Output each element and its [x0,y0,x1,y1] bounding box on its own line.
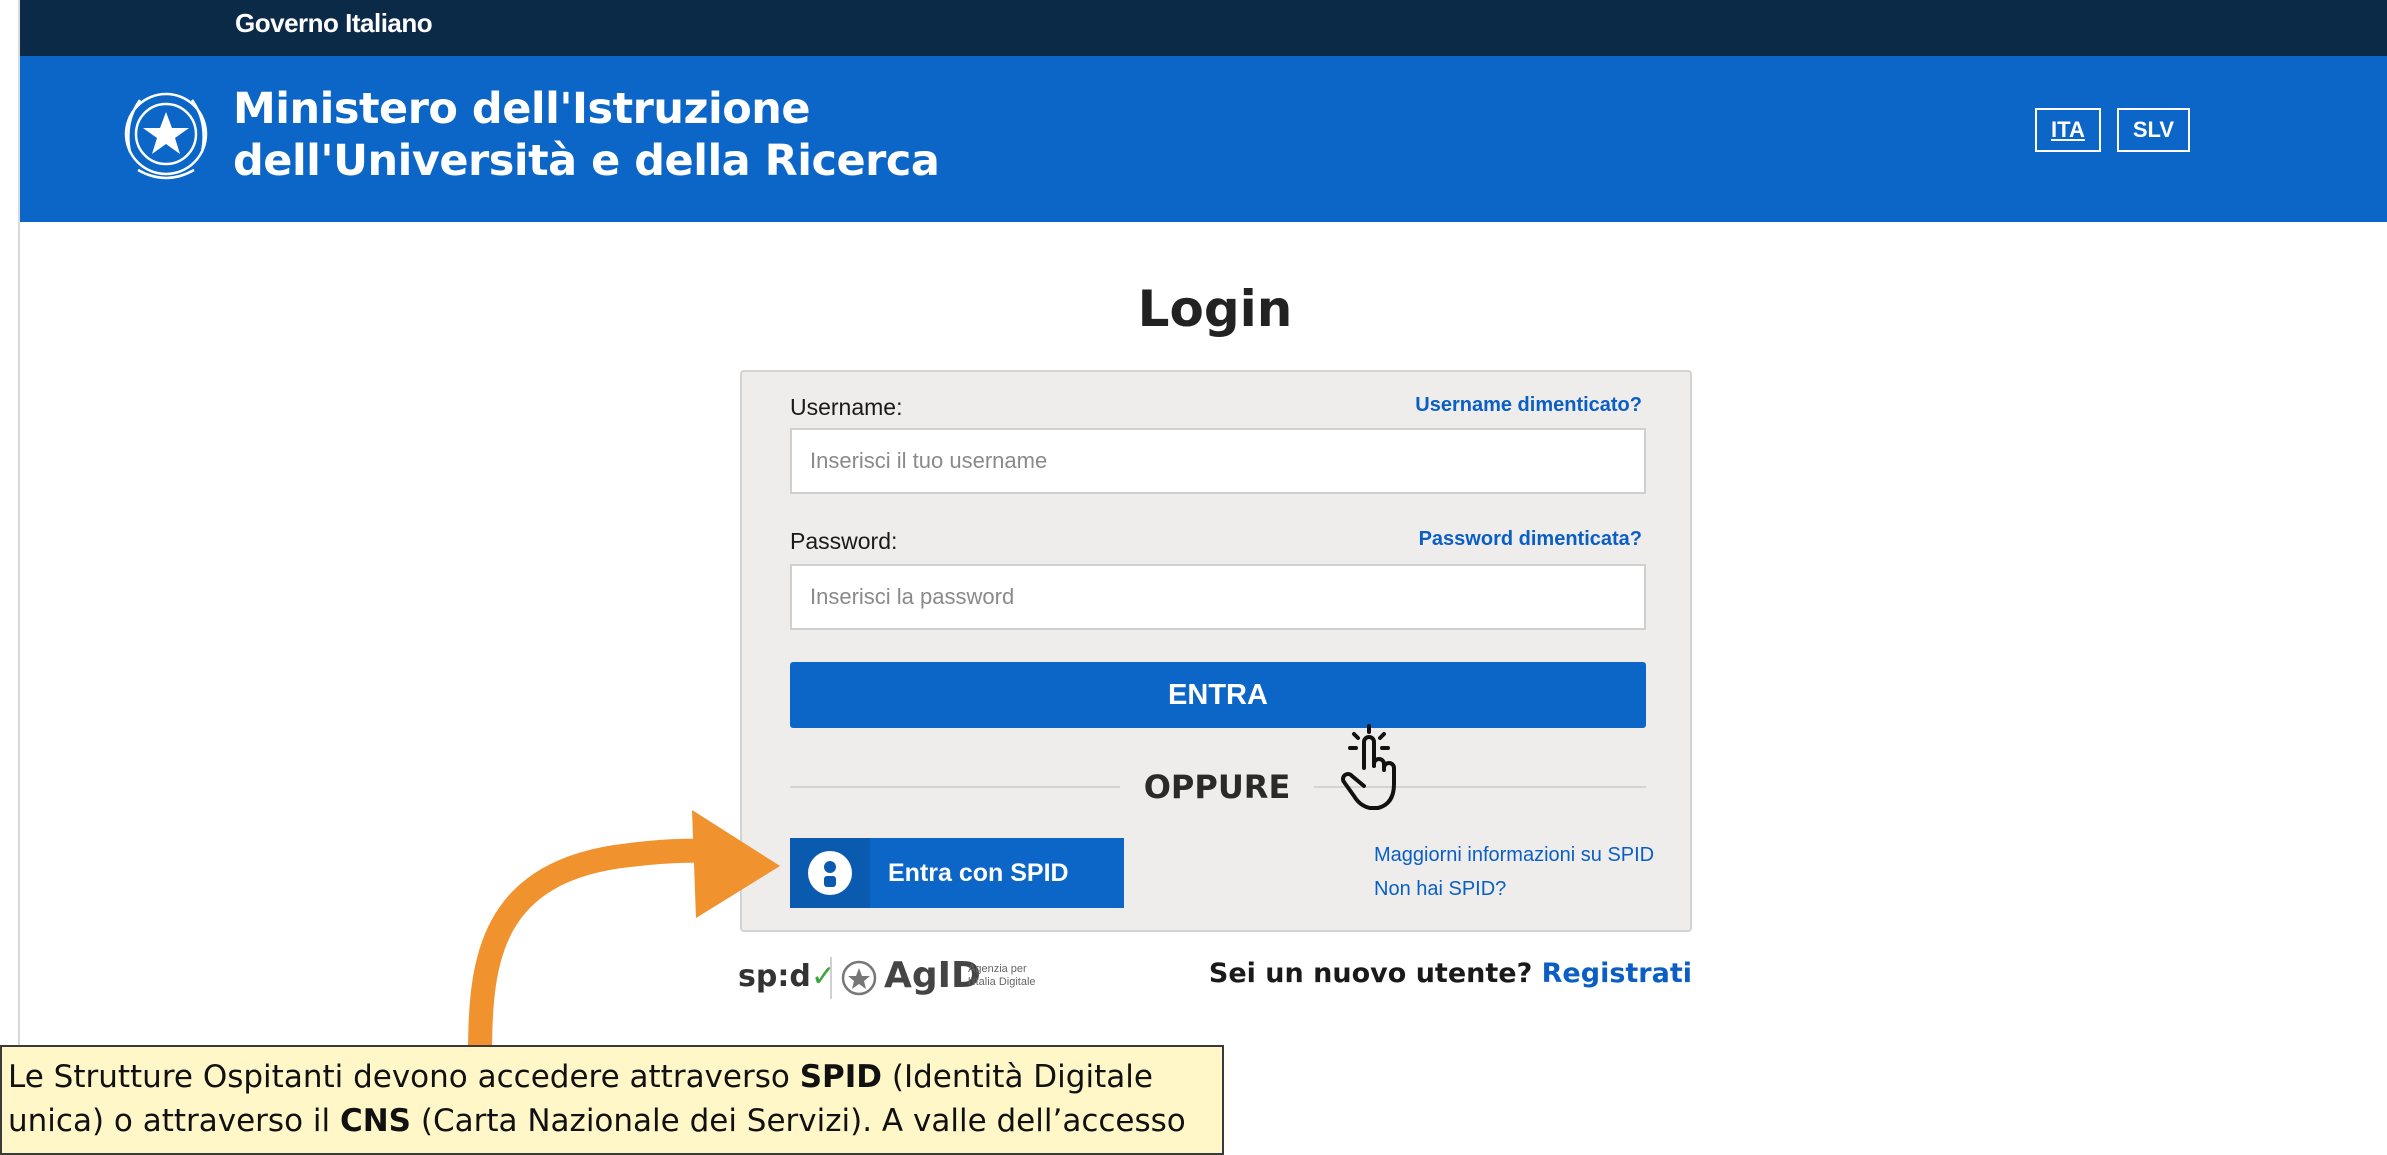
agid-emblem-icon [841,960,877,996]
government-bar: Governo Italiano [20,0,2387,56]
spid-none-link[interactable]: Non hai SPID? [1374,872,1654,906]
agid-caption: Agenzia per l'Italia Digitale [968,963,1036,989]
note-cns-bold: CNS [339,1103,412,1139]
ministry-title[interactable]: Ministero dell'Istruzione dell'Universit… [233,83,940,187]
ministry-title-line1: Ministero dell'Istruzione [233,84,811,134]
agid-caption-line1: Agenzia per [968,963,1027,975]
logo-divider [830,957,832,999]
spid-info-links: Maggiorni informazioni su SPID Non hai S… [1374,838,1654,906]
note-spid-bold: SPID [799,1059,883,1095]
password-forgot-link[interactable]: Password dimenticata? [1419,528,1642,551]
register-link[interactable]: Registrati [1542,958,1692,989]
register-line: Sei un nuovo utente? Registrati [1209,958,1692,989]
government-label[interactable]: Governo Italiano [235,8,433,39]
instruction-note: Le Strutture Ospitanti devono accedere a… [0,1045,1224,1155]
username-input[interactable] [790,428,1646,494]
ministry-header: Ministero dell'Istruzione dell'Universit… [20,56,2387,222]
login-panel: Username: Username dimenticato? Password… [740,370,1692,932]
password-label: Password: [790,528,898,554]
language-slv-button[interactable]: SLV [2116,108,2190,152]
agid-logo: AgID [884,955,981,996]
login-submit-button[interactable]: ENTRA [790,662,1646,728]
ministry-title-line2: dell'Università e della Ricerca [233,136,940,186]
page-left-border [0,0,20,1145]
spid-login-button[interactable]: Entra con SPID [790,838,1124,908]
username-forgot-link[interactable]: Username dimenticato? [1415,394,1642,417]
separator-label: OPPURE [1122,768,1312,806]
spid-button-label: Entra con SPID [888,858,1069,887]
new-user-text: Sei un nuovo utente? [1208,958,1533,989]
callout-arrow-icon [468,810,780,1060]
agid-caption-line2: l'Italia Digitale [968,976,1036,988]
page-title: Login [1137,280,1293,338]
language-switch: ITA SLV [2035,108,2190,152]
username-label: Username: [790,394,903,420]
republic-emblem-icon[interactable] [116,82,216,192]
divider-line-left [790,786,1120,788]
password-input[interactable] [790,564,1646,630]
language-ita-button[interactable]: ITA [2035,108,2101,152]
hand-pointer-icon [1341,724,1396,810]
spid-more-info-link[interactable]: Maggiorni informazioni su SPID [1374,838,1654,872]
